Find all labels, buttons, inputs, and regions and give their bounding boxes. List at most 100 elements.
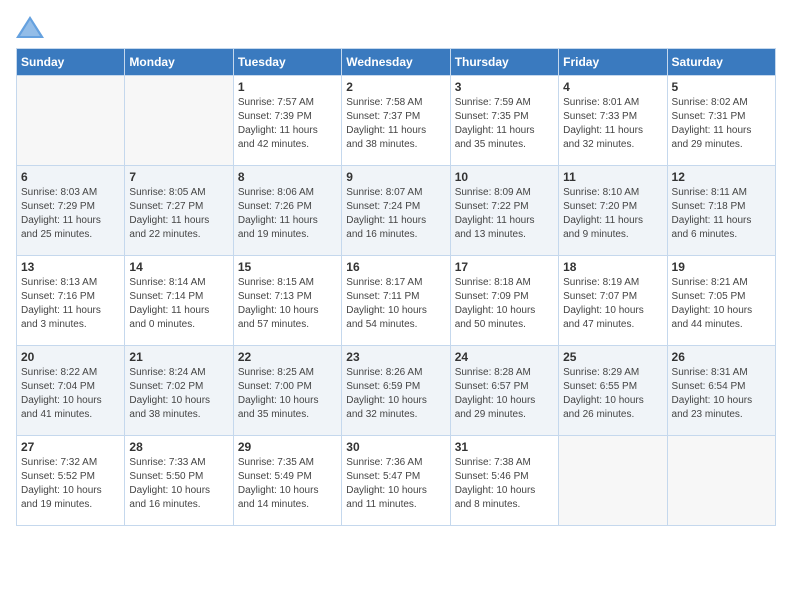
day-info: Sunrise: 8:28 AM Sunset: 6:57 PM Dayligh…: [455, 366, 554, 422]
calendar-cell: 1 Sunrise: 7:57 AM Sunset: 7:39 PM Daylig…: [233, 76, 341, 166]
calendar-cell: 6 Sunrise: 8:03 AM Sunset: 7:29 PM Daylig…: [17, 166, 125, 256]
calendar-header: SundayMondayTuesdayWednesdayThursdayFrid…: [17, 49, 776, 76]
day-info: Sunrise: 8:21 AM Sunset: 7:05 PM Dayligh…: [672, 276, 771, 332]
day-info: Sunrise: 8:07 AM Sunset: 7:24 PM Dayligh…: [346, 186, 445, 242]
day-number: 21: [129, 350, 228, 364]
weekday-header: Tuesday: [233, 49, 341, 76]
day-info: Sunrise: 8:24 AM Sunset: 7:02 PM Dayligh…: [129, 366, 228, 422]
day-number: 16: [346, 260, 445, 274]
calendar-cell: 15 Sunrise: 8:15 AM Sunset: 7:13 PM Dayli…: [233, 256, 341, 346]
calendar-cell: 2Sunrise: 7:58 AM Sunset: 7:37 PM Daylig…: [342, 76, 450, 166]
calendar-cell: 22Sunrise: 8:25 AM Sunset: 7:00 PM Dayli…: [233, 346, 341, 436]
day-number: 27: [21, 440, 120, 454]
calendar-cell: [667, 436, 775, 526]
calendar-cell: 21 Sunrise: 8:24 AM Sunset: 7:02 PM Dayli…: [125, 346, 233, 436]
day-number: 31: [455, 440, 554, 454]
calendar-cell: 8 Sunrise: 8:06 AM Sunset: 7:26 PM Daylig…: [233, 166, 341, 256]
day-info: Sunrise: 8:15 AM Sunset: 7:13 PM Dayligh…: [238, 276, 337, 332]
calendar-cell: 31 Sunrise: 7:38 AM Sunset: 5:46 PM Dayli…: [450, 436, 558, 526]
calendar-cell: 30 Sunrise: 7:36 AM Sunset: 5:47 PM Dayli…: [342, 436, 450, 526]
day-info: Sunrise: 8:14 AM Sunset: 7:14 PM Dayligh…: [129, 276, 228, 332]
day-number: 5: [672, 80, 771, 94]
calendar-cell: 18 Sunrise: 8:19 AM Sunset: 7:07 PM Dayli…: [559, 256, 667, 346]
day-number: 18: [563, 260, 662, 274]
calendar-cell: [17, 76, 125, 166]
day-number: 9: [346, 170, 445, 184]
calendar-cell: [559, 436, 667, 526]
calendar-cell: 24 Sunrise: 8:28 AM Sunset: 6:57 PM Dayli…: [450, 346, 558, 436]
calendar-cell: 20 Sunrise: 8:22 AM Sunset: 7:04 PM Dayli…: [17, 346, 125, 436]
day-number: 6: [21, 170, 120, 184]
day-number: 3: [455, 80, 554, 94]
day-number: 14: [129, 260, 228, 274]
calendar-cell: 13 Sunrise: 8:13 AM Sunset: 7:16 PM Dayli…: [17, 256, 125, 346]
day-number: 7: [129, 170, 228, 184]
logo-icon: [16, 16, 44, 38]
day-info: Sunrise: 8:09 AM Sunset: 7:22 PM Dayligh…: [455, 186, 554, 242]
day-info: Sunrise: 8:17 AM Sunset: 7:11 PM Dayligh…: [346, 276, 445, 332]
calendar-cell: 7Sunrise: 8:05 AM Sunset: 7:27 PM Daylig…: [125, 166, 233, 256]
day-number: 19: [672, 260, 771, 274]
day-info: Sunrise: 8:29 AM Sunset: 6:55 PM Dayligh…: [563, 366, 662, 422]
calendar-cell: 4 Sunrise: 8:01 AM Sunset: 7:33 PM Daylig…: [559, 76, 667, 166]
weekday-header: Thursday: [450, 49, 558, 76]
day-info: Sunrise: 8:19 AM Sunset: 7:07 PM Dayligh…: [563, 276, 662, 332]
day-info: Sunrise: 8:13 AM Sunset: 7:16 PM Dayligh…: [21, 276, 120, 332]
day-info: Sunrise: 8:22 AM Sunset: 7:04 PM Dayligh…: [21, 366, 120, 422]
day-info: Sunrise: 8:31 AM Sunset: 6:54 PM Dayligh…: [672, 366, 771, 422]
day-number: 29: [238, 440, 337, 454]
calendar-cell: 17 Sunrise: 8:18 AM Sunset: 7:09 PM Dayli…: [450, 256, 558, 346]
day-number: 8: [238, 170, 337, 184]
calendar-cell: 11 Sunrise: 8:10 AM Sunset: 7:20 PM Dayli…: [559, 166, 667, 256]
day-info: Sunrise: 8:26 AM Sunset: 6:59 PM Dayligh…: [346, 366, 445, 422]
day-number: 17: [455, 260, 554, 274]
day-number: 13: [21, 260, 120, 274]
day-number: 24: [455, 350, 554, 364]
day-number: 25: [563, 350, 662, 364]
calendar-cell: 14 Sunrise: 8:14 AM Sunset: 7:14 PM Dayli…: [125, 256, 233, 346]
day-info: Sunrise: 7:38 AM Sunset: 5:46 PM Dayligh…: [455, 456, 554, 512]
day-info: Sunrise: 8:10 AM Sunset: 7:20 PM Dayligh…: [563, 186, 662, 242]
day-number: 4: [563, 80, 662, 94]
day-info: Sunrise: 8:18 AM Sunset: 7:09 PM Dayligh…: [455, 276, 554, 332]
calendar-cell: 25 Sunrise: 8:29 AM Sunset: 6:55 PM Dayli…: [559, 346, 667, 436]
day-info: Sunrise: 8:03 AM Sunset: 7:29 PM Dayligh…: [21, 186, 120, 242]
day-number: 26: [672, 350, 771, 364]
day-info: Sunrise: 7:57 AM Sunset: 7:39 PM Dayligh…: [238, 96, 337, 152]
logo: [16, 16, 48, 38]
day-number: 30: [346, 440, 445, 454]
calendar-cell: 9 Sunrise: 8:07 AM Sunset: 7:24 PM Daylig…: [342, 166, 450, 256]
day-info: Sunrise: 8:11 AM Sunset: 7:18 PM Dayligh…: [672, 186, 771, 242]
calendar-cell: 27 Sunrise: 7:32 AM Sunset: 5:52 PM Dayli…: [17, 436, 125, 526]
weekday-header: Wednesday: [342, 49, 450, 76]
calendar-cell: 23 Sunrise: 8:26 AM Sunset: 6:59 PM Dayli…: [342, 346, 450, 436]
calendar-cell: 19 Sunrise: 8:21 AM Sunset: 7:05 PM Dayli…: [667, 256, 775, 346]
day-info: Sunrise: 7:33 AM Sunset: 5:50 PM Dayligh…: [129, 456, 228, 512]
day-info: Sunrise: 7:36 AM Sunset: 5:47 PM Dayligh…: [346, 456, 445, 512]
weekday-header: Monday: [125, 49, 233, 76]
day-number: 2: [346, 80, 445, 94]
day-info: Sunrise: 8:01 AM Sunset: 7:33 PM Dayligh…: [563, 96, 662, 152]
calendar-cell: 12Sunrise: 8:11 AM Sunset: 7:18 PM Dayli…: [667, 166, 775, 256]
weekday-header: Saturday: [667, 49, 775, 76]
calendar-cell: 28Sunrise: 7:33 AM Sunset: 5:50 PM Dayli…: [125, 436, 233, 526]
calendar-cell: [125, 76, 233, 166]
day-info: Sunrise: 7:35 AM Sunset: 5:49 PM Dayligh…: [238, 456, 337, 512]
calendar-cell: 26 Sunrise: 8:31 AM Sunset: 6:54 PM Dayli…: [667, 346, 775, 436]
day-number: 20: [21, 350, 120, 364]
day-info: Sunrise: 7:32 AM Sunset: 5:52 PM Dayligh…: [21, 456, 120, 512]
calendar-cell: 3Sunrise: 7:59 AM Sunset: 7:35 PM Daylig…: [450, 76, 558, 166]
day-number: 11: [563, 170, 662, 184]
day-info: Sunrise: 8:06 AM Sunset: 7:26 PM Dayligh…: [238, 186, 337, 242]
weekday-header: Sunday: [17, 49, 125, 76]
page-header: [16, 16, 776, 38]
day-info: Sunrise: 8:25 AM Sunset: 7:00 PM Dayligh…: [238, 366, 337, 422]
calendar-cell: 16 Sunrise: 8:17 AM Sunset: 7:11 PM Dayli…: [342, 256, 450, 346]
day-number: 23: [346, 350, 445, 364]
calendar-cell: 5 Sunrise: 8:02 AM Sunset: 7:31 PM Daylig…: [667, 76, 775, 166]
day-number: 10: [455, 170, 554, 184]
calendar-table: SundayMondayTuesdayWednesdayThursdayFrid…: [16, 48, 776, 526]
day-number: 1: [238, 80, 337, 94]
day-info: Sunrise: 8:02 AM Sunset: 7:31 PM Dayligh…: [672, 96, 771, 152]
day-number: 15: [238, 260, 337, 274]
